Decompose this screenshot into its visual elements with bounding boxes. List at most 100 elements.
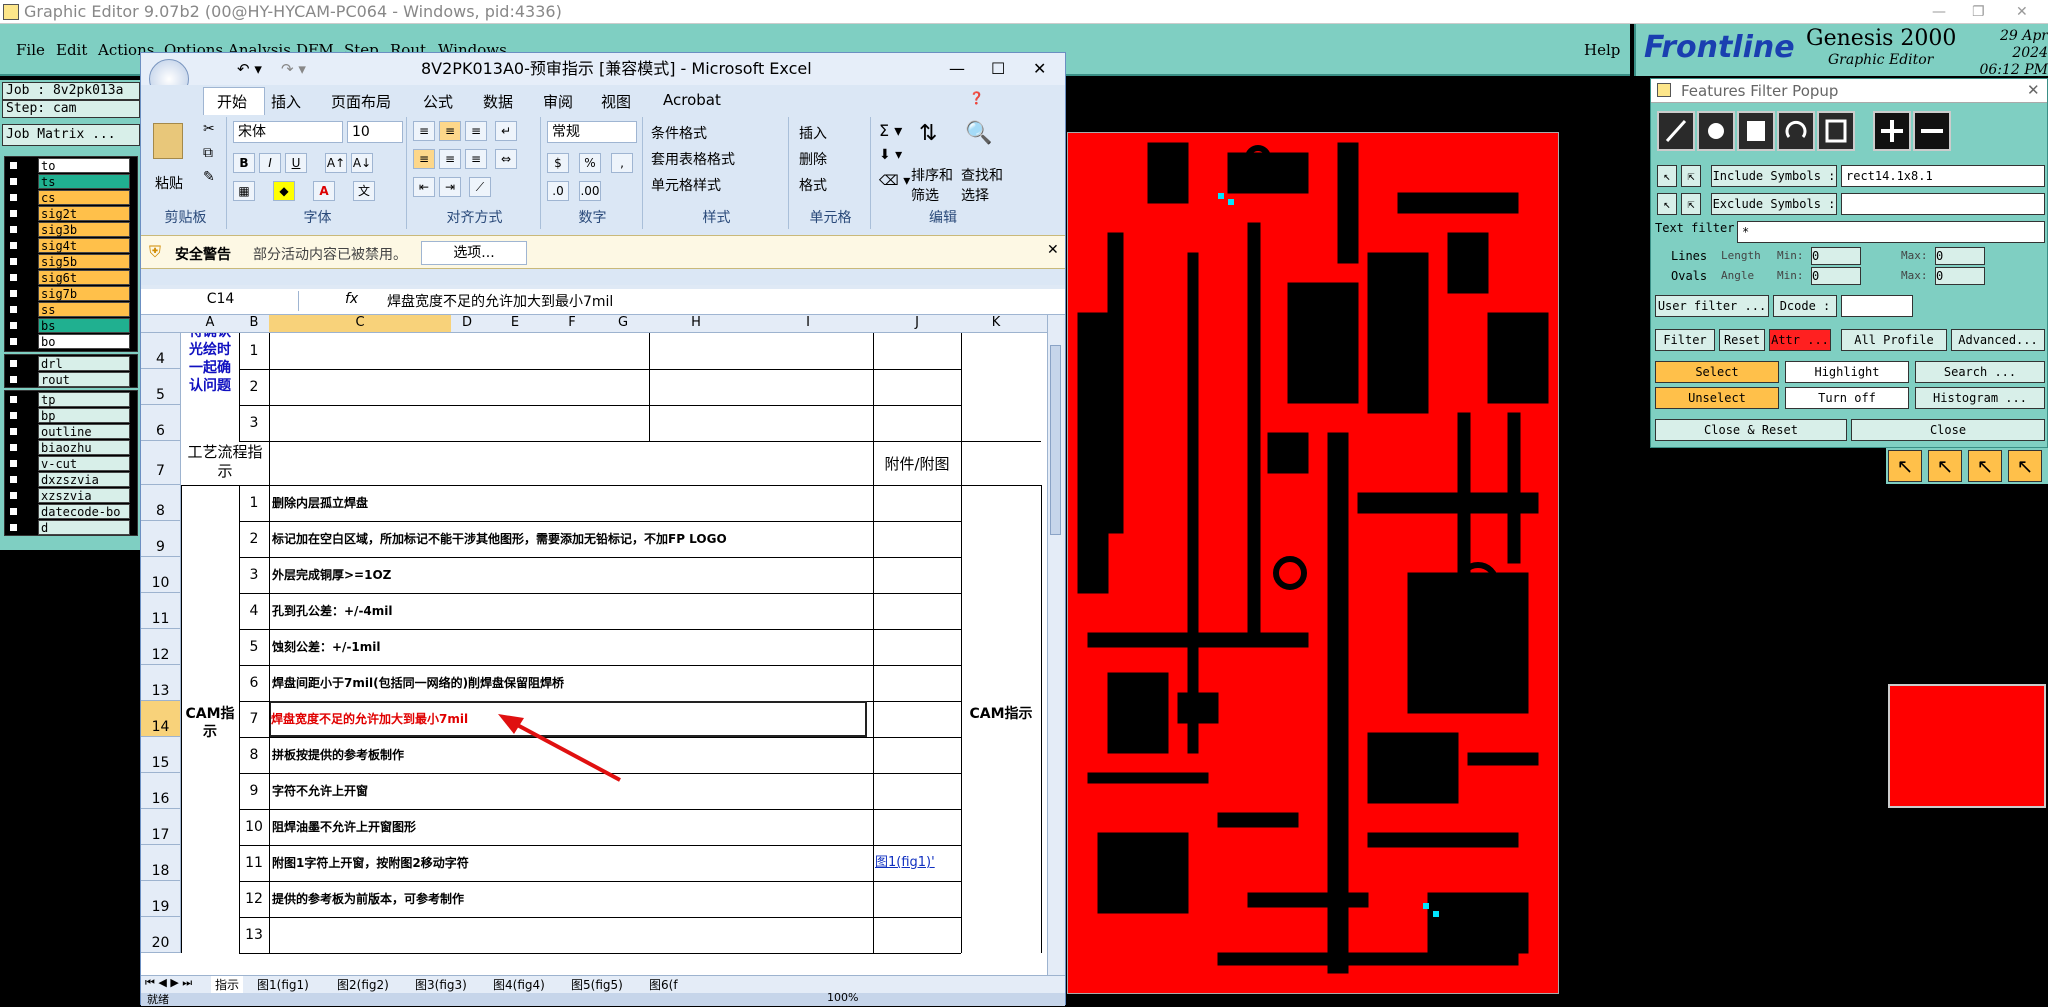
layer-checkbox[interactable] bbox=[8, 442, 19, 453]
layer-checkbox[interactable] bbox=[8, 358, 19, 369]
fill-icon[interactable]: ⬇ ▾ bbox=[879, 147, 902, 163]
minus-icon[interactable] bbox=[1913, 111, 1951, 151]
layer-checkbox[interactable] bbox=[8, 490, 19, 501]
layer-name[interactable]: rout bbox=[38, 372, 130, 387]
layer-checkbox[interactable] bbox=[8, 160, 19, 171]
layer-row-to[interactable]: to bbox=[8, 158, 130, 173]
sheet-tab-6[interactable]: 图5(fig5) bbox=[571, 976, 623, 993]
row-header[interactable]: 4 bbox=[141, 333, 181, 369]
sort-filter-icon[interactable]: ⇅ bbox=[919, 121, 937, 146]
format-cells-button[interactable]: 格式 bbox=[799, 175, 827, 195]
scroll-thumb[interactable] bbox=[1050, 345, 1061, 535]
decrease-decimal-icon[interactable]: .00 bbox=[579, 181, 601, 201]
restore-icon[interactable]: ❐ bbox=[1972, 0, 1985, 24]
layer-name[interactable]: to bbox=[38, 158, 130, 173]
minimize-icon[interactable]: — bbox=[1932, 0, 1946, 24]
format-painter-icon[interactable]: ✎ bbox=[203, 169, 215, 185]
dcode-input[interactable] bbox=[1841, 295, 1913, 317]
layer-checkbox[interactable] bbox=[8, 474, 19, 485]
row-header[interactable]: 16 bbox=[141, 773, 181, 809]
col-header-f[interactable]: F bbox=[547, 315, 597, 330]
layer-row-bs[interactable]: bs bbox=[8, 318, 130, 333]
find-select-icon[interactable]: 🔍 bbox=[965, 121, 992, 146]
layer-row-bp[interactable]: bp bbox=[8, 408, 130, 423]
layer-name[interactable]: bo bbox=[38, 334, 130, 349]
length-checkbox[interactable]: Length bbox=[1721, 249, 1761, 262]
item-text[interactable]: 标记加在空白区域，所加标记不能干涉其他图形，需要添加无铅标记，不加FP LOGO bbox=[272, 521, 870, 557]
paste-icon[interactable] bbox=[153, 123, 183, 159]
layer-row-cs[interactable]: cs bbox=[8, 190, 130, 205]
item-number[interactable]: 4 bbox=[239, 593, 269, 629]
layer-name[interactable]: sig6t bbox=[38, 270, 130, 285]
layer-checkbox[interactable] bbox=[8, 410, 19, 421]
align-middle-icon[interactable]: ≡ bbox=[439, 121, 461, 141]
ovals-checkbox[interactable]: Ovals bbox=[1671, 269, 1707, 283]
row-header[interactable]: 9 bbox=[141, 521, 181, 557]
attr-button[interactable]: Attr ... bbox=[1769, 329, 1831, 351]
layer-checkbox[interactable] bbox=[8, 426, 19, 437]
layer-checkbox[interactable] bbox=[8, 176, 19, 187]
layer-name[interactable]: d bbox=[38, 520, 130, 535]
item-number[interactable]: 10 bbox=[239, 809, 269, 845]
currency-icon[interactable]: $ bbox=[547, 153, 569, 173]
surface-tool-icon[interactable] bbox=[1737, 111, 1775, 151]
text-filter-input[interactable]: * bbox=[1737, 221, 2045, 243]
layer-row-biaozhu[interactable]: biaozhu bbox=[8, 440, 130, 455]
item-text[interactable]: 蚀刻公差：+/-1mil bbox=[272, 629, 870, 665]
filter-toggle[interactable]: Filter bbox=[1655, 329, 1715, 351]
tab-page-layout[interactable]: 页面布局 bbox=[331, 91, 391, 112]
col-header-j[interactable]: J bbox=[873, 315, 961, 330]
cut-icon[interactable]: ✂ bbox=[203, 121, 215, 137]
help-icon[interactable]: ❓ bbox=[969, 91, 984, 105]
layer-checkbox[interactable] bbox=[8, 374, 19, 385]
align-top-icon[interactable]: ≡ bbox=[413, 121, 435, 141]
layer-checkbox[interactable] bbox=[8, 304, 19, 315]
conditional-format-button[interactable]: 条件格式 bbox=[651, 123, 707, 143]
delete-cells-button[interactable]: 删除 bbox=[799, 149, 827, 169]
pcb-layer-view[interactable] bbox=[1067, 132, 1559, 994]
vertical-scrollbar[interactable] bbox=[1047, 315, 1063, 975]
align-right-icon[interactable]: ≡ bbox=[465, 149, 487, 169]
item-number[interactable]: 5 bbox=[239, 629, 269, 665]
layer-name[interactable]: datecode-bo bbox=[38, 504, 130, 519]
item-number[interactable]: 7 bbox=[239, 701, 269, 737]
layer-checkbox[interactable] bbox=[8, 240, 19, 251]
item-number[interactable]: 8 bbox=[239, 737, 269, 773]
layer-checkbox[interactable] bbox=[8, 224, 19, 235]
popup-close-icon[interactable]: ✕ bbox=[2027, 81, 2040, 99]
security-close-icon[interactable]: ✕ bbox=[1047, 242, 1059, 258]
item-number[interactable]: 9 bbox=[239, 773, 269, 809]
cell-styles-button[interactable]: 单元格样式 bbox=[651, 175, 721, 195]
layer-row-sig3b[interactable]: sig3b bbox=[8, 222, 130, 237]
include-pick-icon[interactable]: ↖ bbox=[1657, 165, 1677, 187]
job-matrix-button[interactable]: Job Matrix ... bbox=[2, 124, 140, 146]
layer-row-ts[interactable]: ts bbox=[8, 174, 130, 189]
layer-checkbox[interactable] bbox=[8, 506, 19, 517]
row-header[interactable]: 8 bbox=[141, 485, 181, 521]
layer-checkbox[interactable] bbox=[8, 288, 19, 299]
percent-icon[interactable]: % bbox=[579, 153, 601, 173]
font-size-select[interactable]: 10 bbox=[347, 121, 403, 143]
layer-name[interactable]: sig7b bbox=[38, 286, 130, 301]
item-number[interactable]: 12 bbox=[239, 881, 269, 917]
pointer-select-icon[interactable]: ↖ bbox=[1928, 450, 1962, 482]
turn-off-button[interactable]: Turn off bbox=[1785, 387, 1909, 409]
row-header[interactable]: 17 bbox=[141, 809, 181, 845]
layer-name[interactable]: sig5b bbox=[38, 254, 130, 269]
layer-checkbox[interactable] bbox=[8, 192, 19, 203]
layer-name[interactable]: xzszvia bbox=[38, 488, 130, 503]
item-text[interactable]: 孔到孔公差：+/-4mil bbox=[272, 593, 870, 629]
plus-icon[interactable] bbox=[1873, 111, 1911, 151]
undo-icon[interactable]: ↶ ▾ bbox=[237, 53, 262, 85]
layer-name[interactable]: ss bbox=[38, 302, 130, 317]
select-button[interactable]: Select bbox=[1655, 361, 1779, 383]
row-number[interactable]: 2 bbox=[239, 369, 269, 405]
col-header-d[interactable]: D bbox=[451, 315, 483, 330]
item-text[interactable]: 附图1字符上开窗，按附图2移动字符 bbox=[272, 845, 870, 881]
sort-filter-label[interactable]: 排序和 bbox=[911, 165, 953, 185]
pointer-measure-icon[interactable]: ↖ bbox=[2008, 450, 2042, 482]
item-number[interactable]: 2 bbox=[239, 521, 269, 557]
row-header[interactable]: 12 bbox=[141, 629, 181, 665]
row-header[interactable]: 14 bbox=[141, 701, 181, 737]
row-header[interactable]: 20 bbox=[141, 917, 181, 953]
